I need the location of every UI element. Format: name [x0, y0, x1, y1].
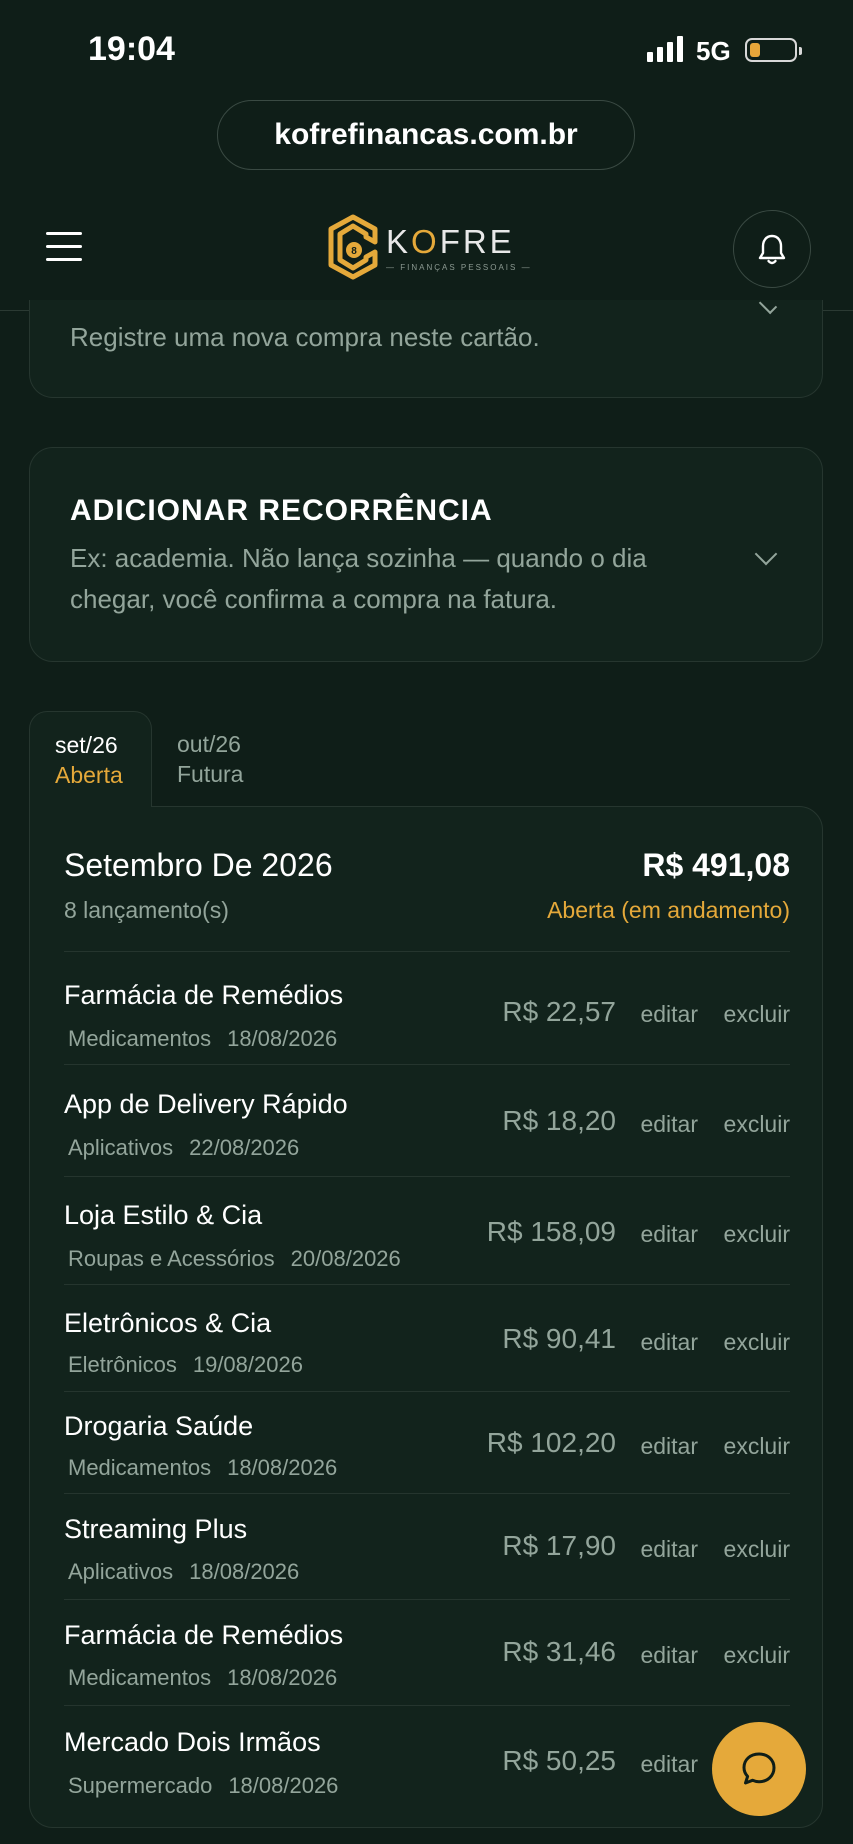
transaction-row: Mercado Dois Irmãos Supermercado 18/08/20…	[64, 1705, 790, 1815]
transaction-row: App de Delivery Rápido Aplicativos 22/08/…	[64, 1064, 790, 1177]
edit-button[interactable]: editar	[640, 1001, 698, 1028]
invoice-title: Setembro De 2026	[64, 847, 333, 883]
kofre-logo-icon: 8	[328, 214, 378, 280]
delete-button[interactable]: excluir	[724, 1642, 790, 1669]
transaction-amount: R$ 22,57	[502, 996, 616, 1027]
invoice-count: 8 lançamento(s)	[64, 897, 229, 923]
delete-button[interactable]: excluir	[724, 1111, 790, 1138]
transaction-amount: R$ 90,41	[502, 1323, 616, 1354]
transaction-meta: Aplicativos 22/08/2026	[68, 1135, 300, 1160]
tab-set-26[interactable]: set/26 Aberta	[29, 711, 152, 807]
add-recurrence-card[interactable]: ADICIONAR RECORRÊNCIA Ex: academia. Não …	[29, 447, 823, 662]
transaction-row: Streaming Plus Aplicativos 18/08/2026 R$ …	[64, 1493, 790, 1600]
tab-status: Aberta	[55, 762, 123, 788]
svg-text:8: 8	[351, 246, 357, 257]
browser-url: kofrefinancas.com.br	[274, 118, 578, 151]
bell-icon	[758, 234, 786, 265]
edit-button[interactable]: editar	[640, 1111, 698, 1138]
transaction-row: Drogaria Saúde Medicamentos 18/08/2026 R$…	[64, 1391, 790, 1494]
tab-status: Futura	[177, 761, 244, 787]
delete-button[interactable]: excluir	[724, 1221, 790, 1248]
add-recurrence-description: Ex: academia. Não lança sozinha — quando…	[70, 543, 647, 614]
edit-button[interactable]: editar	[640, 1642, 698, 1669]
invoice-total: R$ 491,08	[642, 847, 790, 883]
transaction-amount: R$ 17,90	[502, 1530, 616, 1561]
transaction-row: Farmácia de Remédios Medicamentos 18/08/2…	[64, 1599, 790, 1706]
transaction-name: Drogaria Saúde	[64, 1411, 254, 1441]
add-purchase-card[interactable]: Registre uma nova compra neste cartão.	[29, 295, 823, 398]
transaction-name: App de Delivery Rápido	[64, 1089, 348, 1119]
invoice-panel: Setembro De 2026 8 lançamento(s) R$ 491,…	[29, 806, 823, 1828]
hamburger-icon[interactable]	[46, 232, 82, 264]
edit-button[interactable]: editar	[640, 1329, 698, 1356]
transaction-name: Loja Estilo & Cia	[64, 1200, 263, 1230]
chat-button[interactable]	[712, 1722, 806, 1816]
status-time: 19:04	[88, 30, 175, 68]
edit-button[interactable]: editar	[640, 1751, 698, 1778]
transaction-amount: R$ 50,25	[502, 1745, 616, 1776]
transaction-name: Streaming Plus	[64, 1514, 248, 1544]
notifications-button[interactable]	[733, 210, 811, 288]
transaction-amount: R$ 31,46	[502, 1636, 616, 1667]
transaction-row: Eletrônicos & Cia Eletrônicos 19/08/2026 …	[64, 1284, 790, 1392]
transaction-amount: R$ 158,09	[486, 1216, 616, 1247]
transaction-row: Loja Estilo & Cia Roupas e Acessórios 20/…	[64, 1176, 790, 1285]
logo-wordmark: KOFRE	[386, 222, 515, 260]
invoice-status: Aberta (em andamento)	[547, 897, 790, 923]
chat-bubble-icon	[742, 1752, 776, 1785]
transaction-row: Farmácia de Remédios Medicamentos 18/08/2…	[64, 952, 790, 1065]
tab-month: set/26	[55, 732, 118, 758]
app-header: 8 KOFRE — FINANÇAS PESSOAIS —	[0, 196, 853, 311]
transaction-meta: Eletrônicos 19/08/2026	[68, 1352, 303, 1377]
delete-button[interactable]: excluir	[724, 1536, 790, 1563]
transaction-amount: R$ 102,20	[486, 1427, 616, 1458]
edit-button[interactable]: editar	[640, 1433, 698, 1460]
add-recurrence-title: ADICIONAR RECORRÊNCIA	[70, 494, 493, 527]
network-type: 5G	[696, 36, 731, 66]
tab-month: out/26	[177, 731, 241, 757]
transaction-amount: R$ 18,20	[502, 1105, 616, 1136]
delete-button[interactable]: excluir	[724, 1433, 790, 1460]
delete-button[interactable]: excluir	[724, 1001, 790, 1028]
transaction-name: Eletrônicos & Cia	[64, 1308, 272, 1338]
transaction-meta: Roupas e Acessórios 20/08/2026	[68, 1246, 401, 1271]
transaction-meta: Aplicativos 18/08/2026	[68, 1559, 300, 1584]
transaction-meta: Medicamentos 18/08/2026	[68, 1026, 338, 1051]
chevron-down-icon[interactable]	[754, 542, 778, 566]
add-purchase-description: Registre uma nova compra neste cartão.	[70, 322, 540, 352]
transaction-meta: Supermercado 18/08/2026	[68, 1773, 339, 1798]
transaction-name: Farmácia de Remédios	[64, 980, 344, 1010]
transaction-name: Mercado Dois Irmãos	[64, 1727, 321, 1757]
edit-button[interactable]: editar	[640, 1221, 698, 1248]
delete-button[interactable]: excluir	[724, 1329, 790, 1356]
transaction-meta: Medicamentos 18/08/2026	[68, 1455, 338, 1480]
tab-out-26[interactable]: out/26 Futura	[152, 711, 292, 807]
transaction-meta: Medicamentos 18/08/2026	[68, 1665, 338, 1690]
edit-button[interactable]: editar	[640, 1536, 698, 1563]
kofre-logo[interactable]: 8 KOFRE — FINANÇAS PESSOAIS —	[328, 214, 532, 280]
status-bar: 19:04 5G	[0, 0, 853, 100]
logo-tagline: — FINANÇAS PESSOAIS —	[386, 262, 532, 272]
browser-url-bar[interactable]: kofrefinancas.com.br	[217, 100, 635, 170]
transaction-name: Farmácia de Remédios	[64, 1620, 344, 1650]
battery-icon	[745, 38, 802, 62]
signal-icon	[647, 36, 683, 62]
